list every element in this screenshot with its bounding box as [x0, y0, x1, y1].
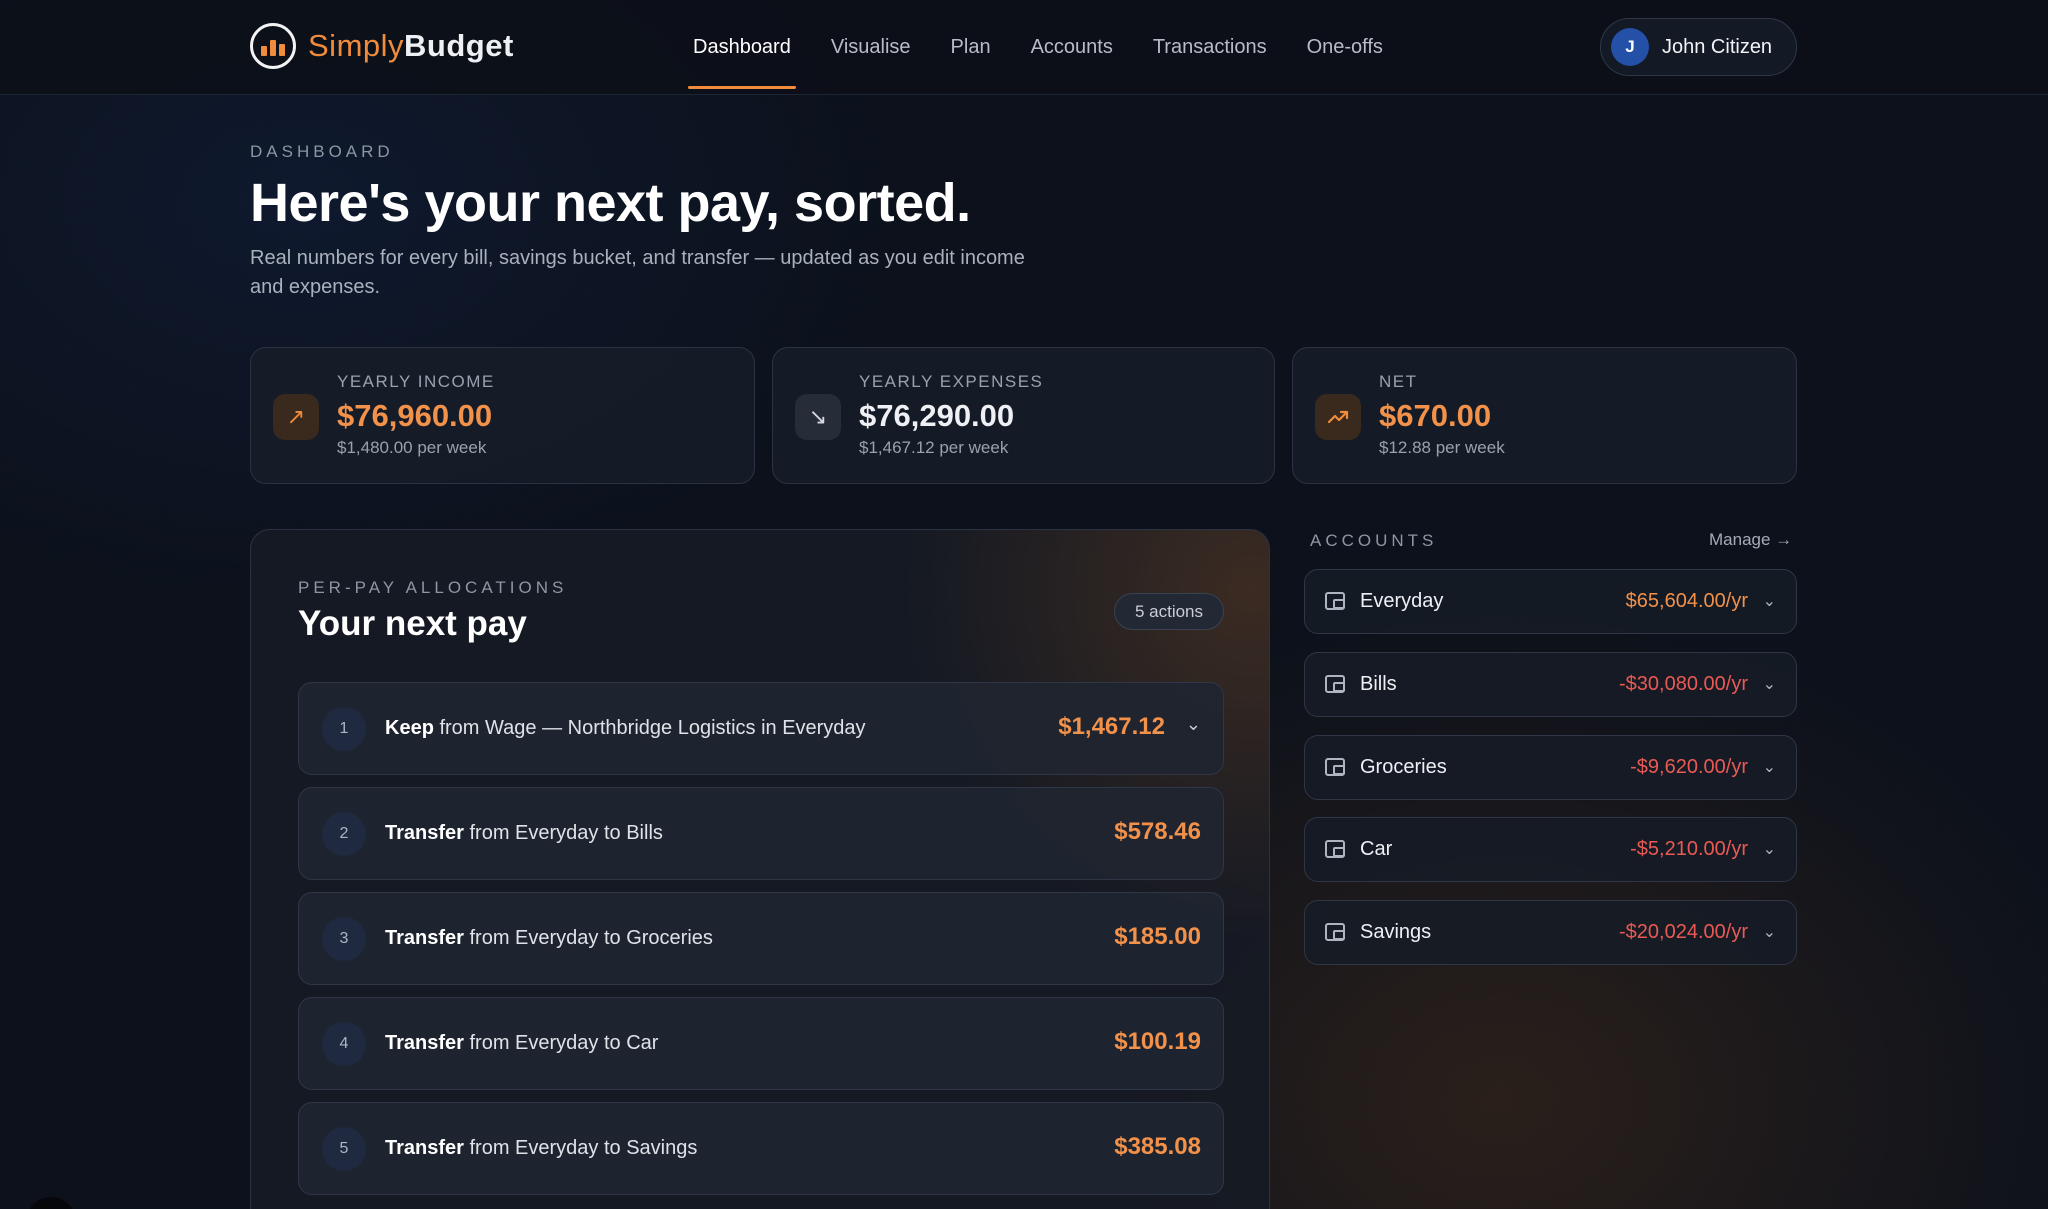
allocation-row[interactable]: 4 Transfer from Everyday to Car $100.19: [298, 997, 1224, 1090]
page-title: Here's your next pay, sorted.: [250, 173, 971, 233]
step-number: 4: [322, 1022, 366, 1066]
allocation-amount: $385.08: [1114, 1133, 1201, 1160]
stat-label: NET: [1379, 372, 1418, 391]
user-menu-button[interactable]: J John Citizen: [1600, 18, 1797, 76]
allocation-detail: from Everyday to Savings: [463, 1137, 698, 1159]
account-name: Groceries: [1360, 756, 1447, 778]
account-name: Everyday: [1360, 590, 1444, 612]
allocation-description: Keep from Wage — Northbridge Logistics i…: [385, 717, 866, 740]
floating-help-button[interactable]: [26, 1197, 76, 1209]
account-amount: -$9,620.00/yr: [1630, 756, 1748, 778]
wallet-icon: [1325, 840, 1345, 858]
nav-plan[interactable]: Plan: [938, 0, 1004, 95]
manage-accounts-link[interactable]: Manage →: [1709, 530, 1792, 550]
stat-sub: $1,480.00 per week: [337, 438, 487, 457]
chevron-down-icon[interactable]: ⌄: [1763, 757, 1776, 777]
chevron-down-icon[interactable]: ⌄: [1763, 922, 1776, 942]
avatar: J: [1611, 28, 1649, 66]
allocation-verb: Transfer: [385, 1137, 464, 1159]
allocation-amount: $1,467.12: [1058, 713, 1165, 740]
stat-value: $670.00: [1379, 398, 1492, 433]
chevron-down-icon[interactable]: ⌄: [1763, 674, 1776, 694]
allocation-description: Transfer from Everyday to Car: [385, 1032, 658, 1055]
stat-sub: $12.88 per week: [1379, 438, 1505, 457]
allocation-detail: from Wage — Northbridge Logistics in Eve…: [433, 717, 866, 739]
budget-logo-icon: [250, 23, 296, 69]
account-row-car[interactable]: Car -$5,210.00/yr ⌄: [1304, 817, 1797, 882]
stat-value: $76,960.00: [337, 398, 493, 433]
arrow-up-right-icon: ↗: [273, 394, 319, 440]
page-subtitle: Real numbers for every bill, savings buc…: [250, 247, 1025, 298]
nav-one-offs[interactable]: One-offs: [1294, 0, 1396, 95]
account-amount: -$5,210.00/yr: [1630, 838, 1748, 860]
stat-label: YEARLY INCOME: [337, 372, 495, 391]
trending-up-icon: [1315, 394, 1361, 440]
accounts-eyebrow: ACCOUNTS: [1310, 531, 1438, 550]
step-number: 5: [322, 1127, 366, 1171]
allocation-row[interactable]: 3 Transfer from Everyday to Groceries $1…: [298, 892, 1224, 985]
account-amount: $65,604.00/yr: [1625, 590, 1748, 612]
account-name: Car: [1360, 838, 1393, 860]
wallet-icon: [1325, 675, 1345, 693]
account-row-bills[interactable]: Bills -$30,080.00/yr ⌄: [1304, 652, 1797, 717]
nav-transactions[interactable]: Transactions: [1140, 0, 1280, 95]
nav-visualise[interactable]: Visualise: [818, 0, 924, 95]
chevron-down-icon[interactable]: ⌄: [1763, 591, 1776, 611]
stat-card-yearly-income: ↗ YEARLY INCOME $76,960.00 $1,480.00 per…: [250, 347, 755, 484]
chevron-down-icon[interactable]: ⌄: [1763, 839, 1776, 859]
step-number: 2: [322, 812, 366, 856]
account-name: Bills: [1360, 673, 1397, 695]
allocation-verb: Keep: [385, 717, 434, 739]
stat-card-net: NET $670.00 $12.88 per week: [1292, 347, 1797, 484]
allocation-detail: from Everyday to Groceries: [463, 927, 713, 949]
allocation-verb: Transfer: [385, 822, 464, 844]
wallet-icon: [1325, 923, 1345, 941]
main-nav: Dashboard Visualise Plan Accounts Transa…: [680, 0, 1410, 95]
account-amount: -$30,080.00/yr: [1619, 673, 1748, 695]
chevron-down-icon[interactable]: ⌄: [1186, 714, 1201, 735]
allocation-description: Transfer from Everyday to Groceries: [385, 927, 713, 950]
top-nav-bar: SimplyBudget Dashboard Visualise Plan Ac…: [0, 0, 2048, 95]
allocations-panel: PER-PAY ALLOCATIONS Your next pay 5 acti…: [250, 529, 1270, 1209]
allocation-detail: from Everyday to Car: [463, 1032, 659, 1054]
stat-card-yearly-expenses: ↘ YEARLY EXPENSES $76,290.00 $1,467.12 p…: [772, 347, 1275, 484]
allocation-row[interactable]: 2 Transfer from Everyday to Bills $578.4…: [298, 787, 1224, 880]
page-eyebrow: DASHBOARD: [250, 142, 394, 161]
allocations-eyebrow: PER-PAY ALLOCATIONS: [298, 578, 568, 597]
account-row-groceries[interactable]: Groceries -$9,620.00/yr ⌄: [1304, 735, 1797, 800]
allocation-row[interactable]: 5 Transfer from Everyday to Savings $385…: [298, 1102, 1224, 1195]
allocation-amount: $100.19: [1114, 1028, 1201, 1055]
allocation-row[interactable]: 1 Keep from Wage — Northbridge Logistics…: [298, 682, 1224, 775]
stat-sub: $1,467.12 per week: [859, 438, 1009, 457]
nav-dashboard[interactable]: Dashboard: [680, 0, 804, 95]
step-number: 3: [322, 917, 366, 961]
wallet-icon: [1325, 592, 1345, 610]
allocation-amount: $578.46: [1114, 818, 1201, 845]
account-row-savings[interactable]: Savings -$20,024.00/yr ⌄: [1304, 900, 1797, 965]
allocation-detail: from Everyday to Bills: [463, 822, 663, 844]
account-row-everyday[interactable]: Everyday $65,604.00/yr ⌄: [1304, 569, 1797, 634]
wallet-icon: [1325, 758, 1345, 776]
allocation-verb: Transfer: [385, 1032, 464, 1054]
stat-label: YEARLY EXPENSES: [859, 372, 1044, 391]
allocation-description: Transfer from Everyday to Savings: [385, 1137, 697, 1160]
account-amount: -$20,024.00/yr: [1619, 921, 1748, 943]
arrow-down-right-icon: ↘: [795, 394, 841, 440]
step-number: 1: [322, 707, 366, 751]
account-name: Savings: [1360, 921, 1432, 943]
nav-accounts[interactable]: Accounts: [1018, 0, 1126, 95]
allocations-title: Your next pay: [298, 604, 527, 643]
brand-logo[interactable]: SimplyBudget: [250, 22, 514, 70]
user-name: John Citizen: [1662, 35, 1773, 58]
allocation-verb: Transfer: [385, 927, 464, 949]
allocation-amount: $185.00: [1114, 923, 1201, 950]
stat-value: $76,290.00: [859, 398, 1015, 433]
brand-name: SimplyBudget: [308, 28, 514, 63]
allocation-description: Transfer from Everyday to Bills: [385, 822, 663, 845]
actions-count-badge: 5 actions: [1114, 593, 1224, 630]
